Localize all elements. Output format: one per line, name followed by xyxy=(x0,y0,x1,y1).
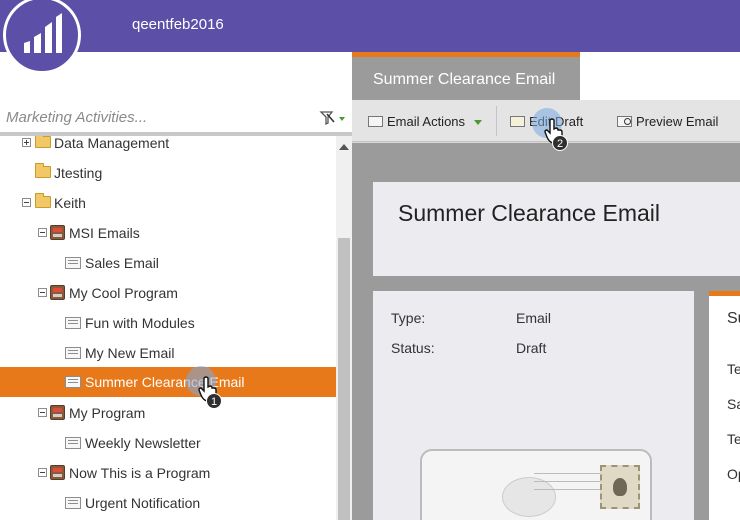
summary-card: Su Te Sa Te Op xyxy=(709,296,740,520)
email-icon xyxy=(65,497,81,509)
email-icon xyxy=(65,347,81,359)
email-icon xyxy=(65,437,81,449)
account-name[interactable]: qeentfeb2016 xyxy=(132,16,224,33)
tree-item-label: Urgent Notification xyxy=(85,495,201,511)
tree-item-urgent-notification[interactable]: Urgent Notification xyxy=(0,488,336,518)
tree-item-label: Data Management xyxy=(54,136,170,151)
marketing-activities-search-input[interactable] xyxy=(6,106,306,128)
filter-dropdown-icon[interactable] xyxy=(318,108,346,128)
marketo-logo[interactable] xyxy=(3,0,81,74)
program-icon xyxy=(50,285,65,300)
scroll-up-arrow-icon[interactable] xyxy=(339,144,349,150)
collapse-icon[interactable] xyxy=(22,198,31,207)
tab-strip xyxy=(580,52,740,100)
folder-icon xyxy=(35,193,51,208)
tree-item-my-cool-program[interactable]: My Cool Program xyxy=(0,278,336,308)
globe-icon xyxy=(502,477,556,517)
tab-summer-clearance-email[interactable]: Summer Clearance Email xyxy=(352,57,580,100)
asset-toolbar: Email Actions Edit Draft Preview Email xyxy=(352,100,740,142)
summary-card-heading: Su xyxy=(727,310,740,327)
scrollbar-thumb[interactable] xyxy=(338,238,350,520)
tree-item-label: Fun with Modules xyxy=(85,315,195,331)
tree-item-label: My New Email xyxy=(85,345,175,361)
asset-info-card: Type: Email Status: Draft xyxy=(373,291,694,520)
logo-bars-icon xyxy=(24,13,62,53)
status-label: Status: xyxy=(391,340,435,356)
tree-item-summer-clearance-email[interactable]: Summer Clearance Email xyxy=(0,367,336,397)
tree-item-fun-with-modules[interactable]: Fun with Modules xyxy=(0,308,336,338)
edit-draft-button[interactable]: Edit Draft xyxy=(510,112,594,132)
collapse-icon[interactable] xyxy=(38,468,47,477)
preview-email-button[interactable]: Preview Email xyxy=(617,112,725,132)
program-icon xyxy=(50,225,65,240)
summary-line: Sa xyxy=(727,396,740,412)
folder-icon xyxy=(35,136,51,148)
program-icon xyxy=(50,465,65,480)
asset-title-card: Summer Clearance Email xyxy=(373,182,740,276)
tree-item-label: MSI Emails xyxy=(69,225,140,241)
tree-item-sales-email[interactable]: Sales Email xyxy=(0,248,336,278)
email-icon xyxy=(65,376,81,388)
program-icon xyxy=(50,405,65,420)
stamp-icon xyxy=(600,465,640,509)
tree-item-label: Now This is a Program xyxy=(69,465,211,481)
tree-search-bar xyxy=(0,100,352,136)
tree-scrollbar[interactable] xyxy=(336,136,352,520)
email-envelope-icon xyxy=(420,449,652,520)
type-label: Type: xyxy=(391,310,426,326)
tree-item-label: Keith xyxy=(54,195,86,211)
tree-item-label: My Program xyxy=(69,405,146,421)
email-icon xyxy=(65,317,81,329)
collapse-icon[interactable] xyxy=(38,288,47,297)
expand-icon[interactable] xyxy=(22,138,31,147)
preview-icon xyxy=(617,116,632,127)
tree-item-my-new-email[interactable]: My New Email xyxy=(0,338,336,368)
tree-item-weekly-newsletter[interactable]: Weekly Newsletter xyxy=(0,428,336,458)
dropdown-arrow-icon xyxy=(474,120,482,125)
summary-line: Te xyxy=(727,431,740,447)
tree-item-label: Jtesting xyxy=(54,165,103,181)
collapse-icon[interactable] xyxy=(38,408,47,417)
tree-item-msi-emails[interactable]: MSI Emails xyxy=(0,218,336,248)
summary-line: Op xyxy=(727,466,740,482)
tab-label: Summer Clearance Email xyxy=(373,71,556,88)
email-actions-button[interactable]: Email Actions xyxy=(368,112,486,132)
tree-item-data-management[interactable]: Data Management xyxy=(0,136,336,158)
tree-item-my-program[interactable]: My Program xyxy=(0,398,336,428)
email-icon xyxy=(65,257,81,269)
tree-item-now-this-is-a-program[interactable]: Now This is a Program xyxy=(0,458,336,488)
toolbar-separator xyxy=(496,106,497,136)
edit-draft-icon xyxy=(510,116,525,127)
tree-item-label: My Cool Program xyxy=(69,285,178,301)
status-value: Draft xyxy=(516,340,547,356)
marketing-activities-tree: Data Management Jtesting Keith MSI Email… xyxy=(0,136,336,520)
tree-item-label: Summer Clearance Email xyxy=(85,374,245,390)
asset-title: Summer Clearance Email xyxy=(398,200,661,226)
top-header-bar: qeentfeb2016 xyxy=(0,0,740,52)
folder-icon xyxy=(35,163,51,178)
collapse-icon[interactable] xyxy=(38,228,47,237)
tree-item-keith[interactable]: Keith xyxy=(0,188,336,218)
tree-item-jtesting[interactable]: Jtesting xyxy=(0,158,336,188)
summary-line: Te xyxy=(727,361,740,377)
tree-item-label: Weekly Newsletter xyxy=(85,435,201,451)
email-actions-icon xyxy=(368,116,383,127)
type-value: Email xyxy=(516,310,552,326)
tree-item-label: Sales Email xyxy=(85,255,159,271)
